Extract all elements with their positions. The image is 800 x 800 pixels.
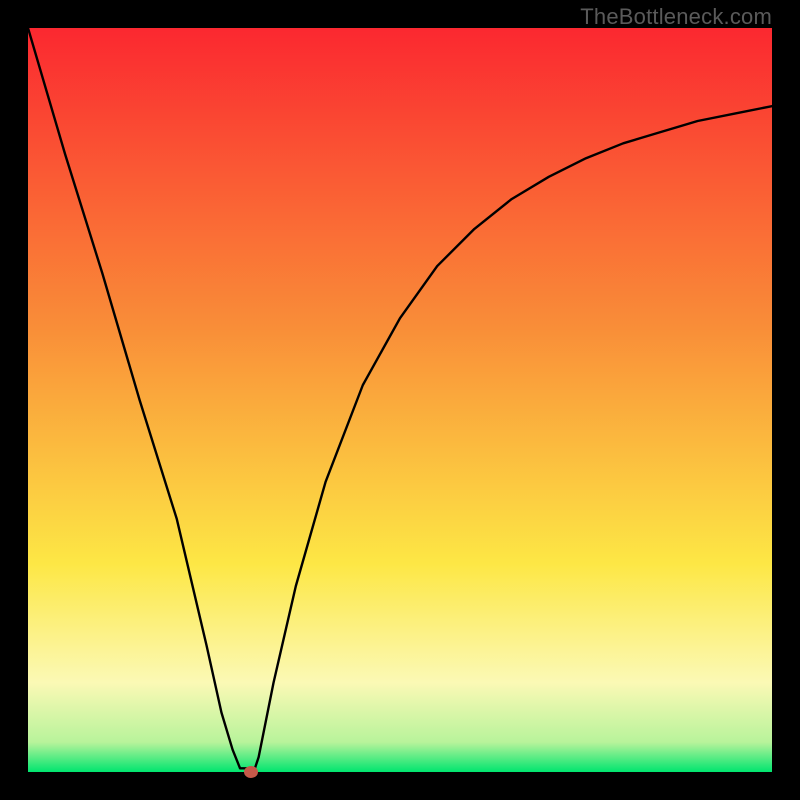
watermark-text: TheBottleneck.com xyxy=(580,4,772,30)
chart-frame: TheBottleneck.com xyxy=(0,0,800,800)
plot-area xyxy=(28,28,772,772)
optimum-marker xyxy=(244,766,258,778)
chart-svg xyxy=(28,28,772,772)
